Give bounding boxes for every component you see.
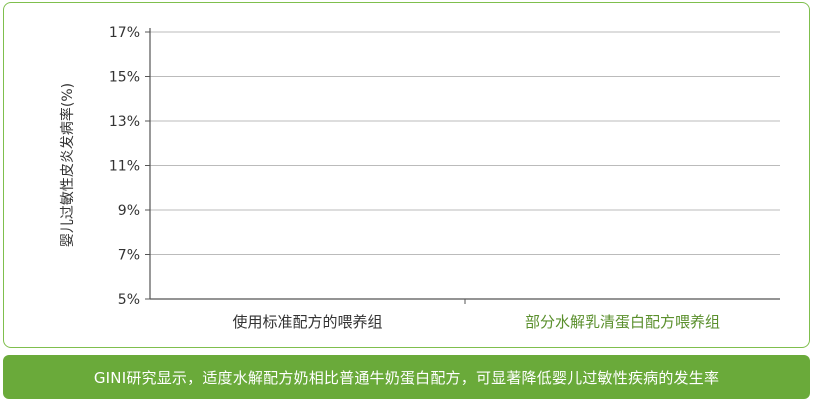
y-tick-label: 7% [118, 248, 140, 264]
caption-text: GINI研究显示，适度水解配方奶相比普通牛奶蛋白配方，可显著降低婴儿过敏性疾病的… [93, 368, 720, 387]
chart-svg: 婴儿过敏性皮炎发病率(%) 17% 15% 13% 11% 9% 7% 5% 使用标准配方的… [59, 25, 780, 331]
y-tick-label: 5% [118, 292, 140, 308]
x-category-label: 部分水解乳清蛋白配方喂养组 [525, 313, 720, 331]
y-tick-label: 11% [109, 159, 140, 175]
caption-bar: GINI研究显示，适度水解配方奶相比普通牛奶蛋白配方，可显著降低婴儿过敏性疾病的… [3, 355, 810, 399]
x-category-labels: 使用标准配方的喂养组 部分水解乳清蛋白配方喂养组 [232, 313, 720, 331]
y-tick-labels: 17% 15% 13% 11% 9% 7% 5% [109, 25, 140, 308]
y-tick-label: 17% [109, 25, 140, 41]
grid-lines [150, 31, 780, 255]
x-category-label: 使用标准配方的喂养组 [232, 313, 382, 331]
y-axis-label: 婴儿过敏性皮炎发病率(%) [59, 83, 76, 247]
chart-panel: 婴儿过敏性皮炎发病率(%) 17% 15% 13% 11% 9% 7% 5% 使用标准配方的… [3, 2, 810, 348]
y-tick-label: 13% [109, 114, 140, 130]
y-tick-label: 9% [118, 203, 140, 219]
y-tick-label: 15% [109, 70, 140, 86]
